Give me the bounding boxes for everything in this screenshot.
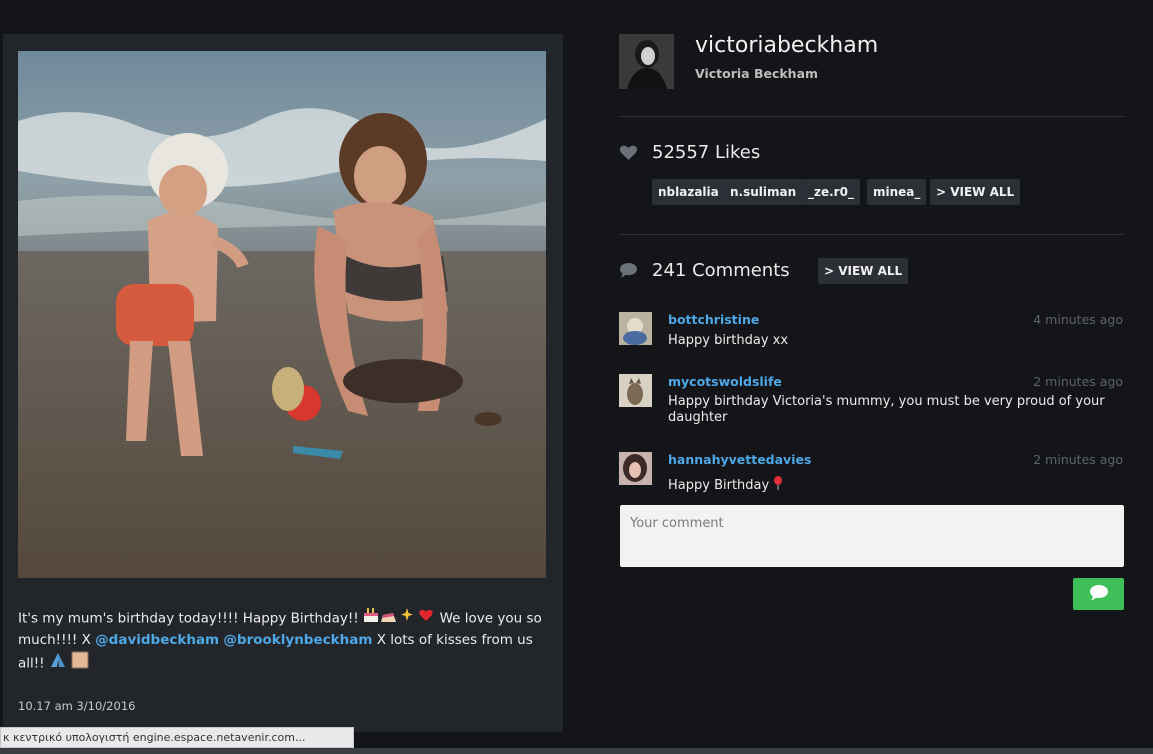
comment-time: 4 minutes ago — [1033, 312, 1123, 327]
send-chat-icon — [1089, 584, 1109, 605]
cake-emoji-icon — [363, 607, 397, 630]
profile-username[interactable]: victoriabeckham — [695, 33, 878, 58]
comment-text-content: Happy Birthday — [668, 478, 770, 493]
comment-input[interactable] — [620, 505, 1124, 567]
comment-bubble-icon — [619, 262, 638, 283]
browser-status-bar: κ κεντρικό υπολογιστή engine.espace.neta… — [0, 727, 354, 748]
bottom-strip — [0, 748, 1153, 754]
mention-brooklynbeckham-link[interactable]: @brooklynbeckham — [223, 632, 372, 648]
post-caption: It's my mum's birthday today!!!! Happy B… — [18, 607, 548, 676]
comment-text: Happy birthday Victoria's mummy, you mus… — [668, 394, 1105, 425]
balloon-emoji-icon — [773, 476, 783, 495]
comments-count: 241 Comments — [652, 260, 790, 281]
profile-avatar[interactable] — [619, 34, 674, 89]
commenter-avatar[interactable] — [619, 312, 652, 345]
divider — [619, 116, 1124, 117]
post-timestamp: 10.17 am 3/10/2016 — [18, 699, 136, 713]
comment-text: Happy Birthday — [668, 476, 1108, 495]
post-card: It's my mum's birthday today!!!! Happy B… — [3, 34, 563, 732]
profile-full-name: Victoria Beckham — [695, 66, 819, 81]
commenter-avatar[interactable] — [619, 452, 652, 485]
mention-davidbeckham-link[interactable]: @davidbeckham — [95, 632, 219, 648]
comments-view-all-button[interactable]: > VIEW ALL — [818, 258, 909, 284]
caption-text-1: It's my mum's birthday today!!!! Happy B… — [18, 610, 359, 627]
liker-tag[interactable]: minea_ — [867, 179, 927, 205]
comment-text: Happy birthday xx — [668, 333, 789, 348]
skin-tone-emoji-icon — [71, 651, 89, 676]
send-comment-button[interactable] — [1073, 578, 1124, 610]
heart-icon — [619, 144, 638, 165]
divider — [619, 234, 1124, 235]
comment-time: 2 minutes ago — [1033, 374, 1123, 389]
comment-username[interactable]: mycotswoldslife — [668, 374, 782, 389]
likes-view-all-button[interactable]: > VIEW ALL — [930, 179, 1021, 205]
commenter-avatar[interactable] — [619, 374, 652, 407]
comment-time: 2 minutes ago — [1033, 452, 1123, 467]
liker-tag[interactable]: n.suliman — [724, 179, 803, 205]
liker-tag[interactable]: _ze.r0_ — [802, 179, 860, 205]
comment-username[interactable]: hannahyvettedavies — [668, 452, 811, 467]
liker-tag[interactable]: nblazalia — [652, 179, 725, 205]
comment-username[interactable]: bottchristine — [668, 312, 759, 327]
likes-count: 52557 Likes — [652, 142, 761, 163]
sparkles-heart-emoji-icon — [401, 607, 435, 630]
post-photo[interactable] — [18, 51, 546, 578]
praying-hands-emoji-icon — [49, 651, 67, 676]
